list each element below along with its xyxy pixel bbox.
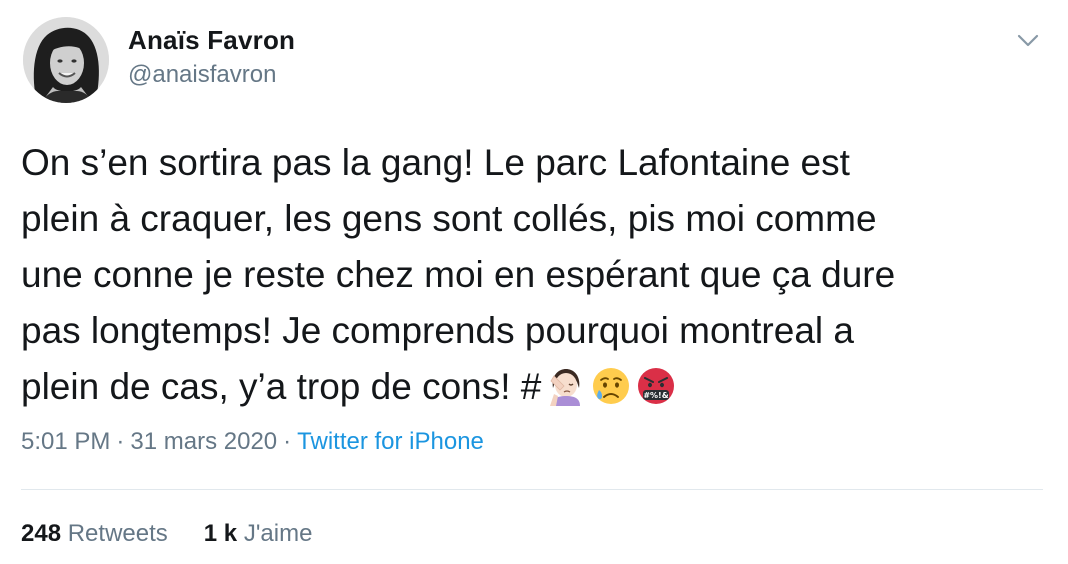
likes-count: 1 k	[203, 520, 238, 547]
retweets-label: Retweets	[67, 520, 168, 547]
meta-separator: ·	[283, 428, 292, 455]
tweet-text-line: On s’en sortira pas la gang! Le parc Laf…	[21, 142, 850, 183]
woman-facepalming-emoji-icon	[546, 366, 586, 406]
crying-face-emoji-icon	[591, 366, 631, 406]
avatar[interactable]	[23, 17, 109, 103]
hashtag[interactable]: #	[521, 366, 542, 407]
tweet-date[interactable]: 31 mars 2020	[130, 428, 277, 455]
profile-photo-icon	[23, 17, 109, 103]
tweet-text: On s’en sortira pas la gang! Le parc Laf…	[21, 135, 1031, 415]
tweet-text-line: pas longtemps! Je comprends pourquoi mon…	[21, 310, 854, 351]
divider	[21, 489, 1043, 490]
tweet-text-line: plein à craquer, les gens sont collés, p…	[21, 198, 877, 239]
tweet-meta: 5:01 PM · 31 mars 2020 · Twitter for iPhone	[21, 428, 484, 456]
author-handle[interactable]: @anaisfavron	[128, 61, 276, 89]
tweet-time[interactable]: 5:01 PM	[21, 428, 110, 455]
tweet-text-line: une conne je reste chez moi en espérant …	[21, 254, 896, 295]
tweet-card: Anaïs Favron @anaisfavron On s’en sortir…	[0, 0, 1068, 564]
retweets-stat[interactable]: 248 Retweets	[21, 520, 168, 548]
tweet-stats: 248 Retweets 1 k J'aime	[21, 520, 312, 548]
emoji-symbols-text: #%!&	[644, 391, 669, 400]
retweets-count: 248	[21, 520, 62, 547]
tweet-text-line: plein de cas, y’a trop de cons!	[21, 366, 511, 407]
tweet-text-last-line: plein de cas, y’a trop de cons! # #%!&	[21, 359, 1031, 415]
chevron-down-icon[interactable]	[1013, 29, 1043, 51]
author-display-name[interactable]: Anaïs Favron	[128, 25, 295, 56]
likes-stat[interactable]: 1 k J'aime	[204, 520, 313, 548]
likes-label: J'aime	[243, 520, 313, 547]
tweet-source-link[interactable]: Twitter for iPhone	[297, 428, 484, 455]
meta-separator: ·	[116, 428, 125, 455]
face-with-symbols-on-mouth-emoji-icon: #%!&	[636, 366, 676, 406]
